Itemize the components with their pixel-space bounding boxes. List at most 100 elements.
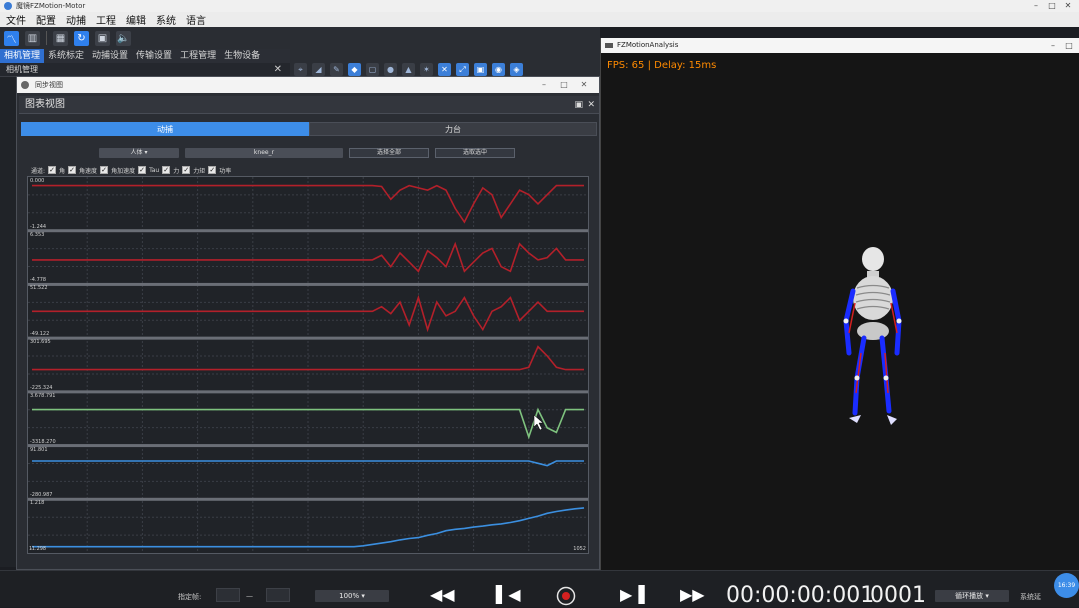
maximize-icon[interactable]: □ — [557, 77, 571, 93]
menu-language[interactable]: 语言 — [186, 12, 206, 27]
channel-angle: 角 — [59, 167, 66, 175]
checkbox[interactable]: ✓ — [100, 166, 109, 174]
floating-badge[interactable]: 16:39 — [1054, 573, 1079, 598]
channel-angular-velocity: 角速度 — [79, 167, 98, 175]
fps-readout: FPS: 65 | Delay: 15ms — [607, 60, 717, 71]
checkbox[interactable]: ✓ — [68, 166, 77, 174]
close-icon[interactable]: ✕ — [577, 77, 591, 93]
maximize-icon[interactable]: □ — [1045, 0, 1059, 12]
fast-forward-icon[interactable]: ▶▶ — [680, 587, 705, 603]
chart-icon[interactable]: 〽 — [4, 30, 19, 46]
close-icon[interactable]: ✕ — [587, 96, 595, 114]
triangle-icon[interactable]: ▲ — [402, 63, 415, 76]
frame-counter: 0001 — [870, 583, 926, 608]
tab-mocap[interactable]: 动捕 — [21, 122, 309, 136]
grid-icon[interactable]: ▦ — [53, 30, 68, 46]
crop-icon[interactable]: ▢ — [366, 63, 379, 76]
channel-label: 通道: — [31, 167, 46, 175]
tab-capture-settings[interactable]: 动捕设置 — [88, 49, 132, 63]
minimize-icon[interactable]: – — [1029, 0, 1043, 12]
filter-row: 人体 ▾ knee_r 选择全部 选取选中 — [99, 148, 519, 158]
x-start-label: 1 — [29, 546, 33, 552]
maximize-icon[interactable]: □ — [1062, 38, 1076, 53]
system-delay-label: 系统延 — [1020, 593, 1041, 601]
camera-icon[interactable]: ◈ — [510, 63, 523, 76]
factory-icon[interactable]: ▥ — [25, 30, 40, 46]
rewind-icon[interactable]: ◀◀ — [430, 587, 455, 603]
analysis-logo-icon — [605, 43, 613, 48]
row-separator — [28, 497, 588, 501]
row-separator — [28, 390, 588, 394]
channel-moment: 力矩 — [193, 167, 206, 175]
loop-mode-select[interactable]: 循环播放 ▾ — [935, 590, 1009, 602]
view-icon[interactable]: ◉ — [492, 63, 505, 76]
skeleton-model-icon[interactable] — [831, 243, 911, 433]
menu-capture[interactable]: 动捕 — [66, 12, 86, 27]
x-end-label: 1052 — [573, 546, 586, 552]
tab-system-calibration[interactable]: 系统标定 — [44, 49, 88, 63]
analysis-title: FZMotionAnalysis — [617, 41, 679, 49]
row-separator — [28, 282, 588, 286]
menu-system[interactable]: 系统 — [156, 12, 176, 27]
menu-config[interactable]: 配置 — [36, 12, 56, 27]
select-selected-button[interactable]: 选取选中 — [435, 148, 515, 158]
y-max-label: 6.353 — [30, 231, 45, 238]
channel-force: 力 — [173, 167, 180, 175]
toolbar-divider — [46, 31, 47, 45]
marker-icon[interactable]: ◢ — [312, 63, 325, 76]
frame-range-dash: — — [246, 592, 253, 600]
sync-logo-icon — [21, 81, 29, 89]
checkbox[interactable]: ✓ — [48, 166, 57, 174]
close-icon[interactable]: ✕ — [274, 63, 282, 77]
analysis-window: FZMotionAnalysis – □ FPS: 65 | Delay: 15… — [600, 38, 1079, 570]
menu-file[interactable]: 文件 — [6, 12, 26, 27]
zoom-select[interactable]: 100% ▾ — [315, 590, 389, 602]
left-panel-header: 相机管理 ✕ — [0, 63, 290, 77]
channel-row: 通道: ✓ 角 ✓ 角速度 ✓ 角加速度 ✓ Tau ✓ 力 ✓ 力矩 ✓ 功率 — [31, 165, 231, 175]
checkbox[interactable]: ✓ — [208, 166, 217, 174]
step-back-icon[interactable]: ▌◀ — [496, 587, 521, 603]
tab-bio-devices[interactable]: 生物设备 — [220, 49, 264, 63]
channel-power: 功率 — [219, 167, 232, 175]
shield-icon[interactable]: ◆ — [348, 63, 361, 76]
fill-icon[interactable]: ● — [384, 63, 397, 76]
record-play-icon[interactable] — [556, 586, 576, 606]
y-max-label: 301.695 — [30, 339, 51, 346]
tab-camera-management[interactable]: 相机管理 — [0, 49, 45, 63]
body-select[interactable]: 人体 ▾ — [99, 148, 179, 158]
joint-select[interactable]: knee_r — [185, 148, 343, 158]
record-icon[interactable]: ▣ — [95, 30, 110, 46]
menu-edit[interactable]: 编辑 — [126, 12, 146, 27]
select-all-button[interactable]: 选择全部 — [349, 148, 429, 158]
tab-force-plate[interactable]: 力台 — [309, 122, 597, 136]
close-icon[interactable]: ✕ — [1061, 0, 1075, 12]
select-icon[interactable]: ⌖ — [294, 63, 307, 76]
float-icon[interactable]: ▣ — [574, 96, 583, 114]
menu-bar: 文件 配置 动捕 工程 编辑 系统 语言 — [0, 12, 1079, 27]
checkbox[interactable]: ✓ — [138, 166, 147, 174]
refresh-icon[interactable]: ↻ — [74, 30, 89, 46]
y-max-label: 51.522 — [30, 285, 48, 292]
multi-channel-plot[interactable]: 0.000 -1.244 6.353 -4.778 51.522 -49.122 301.6… — [27, 176, 589, 554]
frame-end-input[interactable] — [266, 588, 290, 602]
minimize-icon[interactable]: – — [537, 77, 551, 93]
brush-icon[interactable]: ✎ — [330, 63, 343, 76]
expand-icon[interactable]: ⤢ — [456, 63, 469, 76]
cross-icon[interactable]: ✕ — [438, 63, 451, 76]
tab-project-management[interactable]: 工程管理 — [176, 49, 220, 63]
analysis-titlebar: FZMotionAnalysis – □ — [601, 38, 1079, 53]
minimize-icon[interactable]: – — [1046, 38, 1060, 53]
frame-start-input[interactable] — [216, 588, 240, 602]
settings-tabbar: 相机管理 系统标定 动捕设置 传输设置 工程管理 生物设备 — [0, 49, 290, 63]
app-title: 魔镜FZMotion-Motor — [16, 2, 86, 10]
step-forward-icon[interactable]: ▶▐ — [620, 587, 645, 603]
checkbox[interactable]: ✓ — [162, 166, 171, 174]
y-max-label: 3.678.791 — [30, 392, 56, 399]
sync-view-title: 同步视图 — [35, 81, 63, 89]
volume-icon[interactable]: 🔈 — [116, 30, 131, 46]
checkbox[interactable]: ✓ — [182, 166, 191, 174]
menu-project[interactable]: 工程 — [96, 12, 116, 27]
node-icon[interactable]: ✶ — [420, 63, 433, 76]
fit-icon[interactable]: ▣ — [474, 63, 487, 76]
tab-transfer-settings[interactable]: 传输设置 — [132, 49, 176, 63]
